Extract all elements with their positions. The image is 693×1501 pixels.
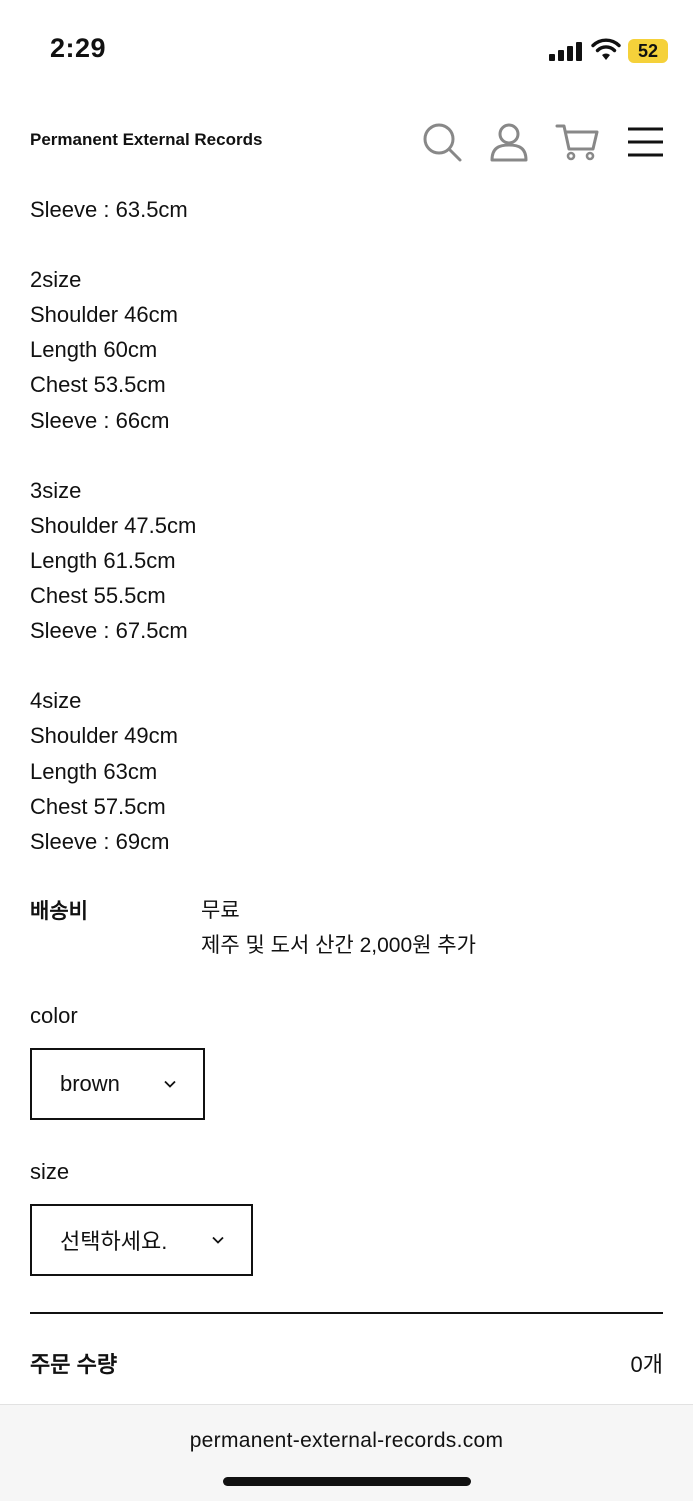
spec-heading: 3size: [30, 477, 82, 503]
spec-line: Chest 53.5cm: [30, 372, 166, 398]
size-label: size: [30, 1159, 70, 1184]
browser-address-bar[interactable]: permanent-external-records.com: [0, 1404, 693, 1501]
divider: [30, 1312, 663, 1314]
spec-line: Length 60cm: [30, 337, 158, 363]
size-select-value: 선택하세요.: [60, 1229, 168, 1254]
order-quantity-value: 0개: [630, 1352, 663, 1377]
spec-line: Sleeve : 69cm: [30, 828, 170, 854]
cart-icon[interactable]: [555, 120, 599, 164]
size-select[interactable]: 선택하세요.: [30, 1204, 253, 1276]
battery-icon: 52: [628, 39, 668, 63]
account-icon[interactable]: [487, 120, 531, 164]
search-icon[interactable]: [420, 120, 464, 164]
spec-line: Chest 57.5cm: [30, 793, 166, 819]
shipping-label: 배송비: [30, 900, 88, 923]
brand-logo[interactable]: Permanent External Records: [30, 130, 262, 150]
spec-line: Shoulder 47.5cm: [30, 512, 197, 538]
chevron-down-icon: [163, 1077, 177, 1091]
color-label: color: [30, 1003, 78, 1028]
status-time: 2:29: [50, 33, 107, 63]
home-indicator[interactable]: [223, 1477, 471, 1486]
site-header: Permanent External Records: [0, 100, 693, 180]
spec-line: Sleeve : 67.5cm: [30, 618, 188, 644]
menu-icon[interactable]: [623, 120, 667, 164]
shipping-note: 제주 및 도서 산간 2,000원 추가: [201, 934, 476, 957]
size-specs: Sleeve : 63.5cm 2size Shoulder 46cm Leng…: [30, 192, 663, 859]
spec-heading: 4size: [30, 688, 82, 714]
spec-heading: 2size: [30, 267, 82, 293]
spec-line: Length 61.5cm: [30, 547, 176, 573]
spec-line: Sleeve : 66cm: [30, 407, 170, 433]
spec-line: Sleeve : 63.5cm: [30, 197, 188, 222]
url-text[interactable]: permanent-external-records.com: [0, 1429, 693, 1453]
spec-line: Shoulder 46cm: [30, 302, 178, 328]
order-quantity-label: 주문 수량: [30, 1352, 118, 1377]
chevron-down-icon: [211, 1233, 225, 1247]
signal-icon: [549, 41, 583, 61]
color-select-value: brown: [60, 1071, 120, 1096]
shipping-value: 무료: [201, 899, 240, 922]
wifi-icon: [591, 38, 621, 62]
spec-line: Length 63cm: [30, 758, 158, 784]
spec-line: Shoulder 49cm: [30, 723, 178, 749]
color-select[interactable]: brown: [30, 1048, 205, 1120]
shipping-values: 무료 제주 및 도서 산간 2,000원 추가: [201, 893, 476, 963]
status-bar: 2:29 52: [0, 0, 693, 100]
spec-line: Chest 55.5cm: [30, 583, 166, 609]
